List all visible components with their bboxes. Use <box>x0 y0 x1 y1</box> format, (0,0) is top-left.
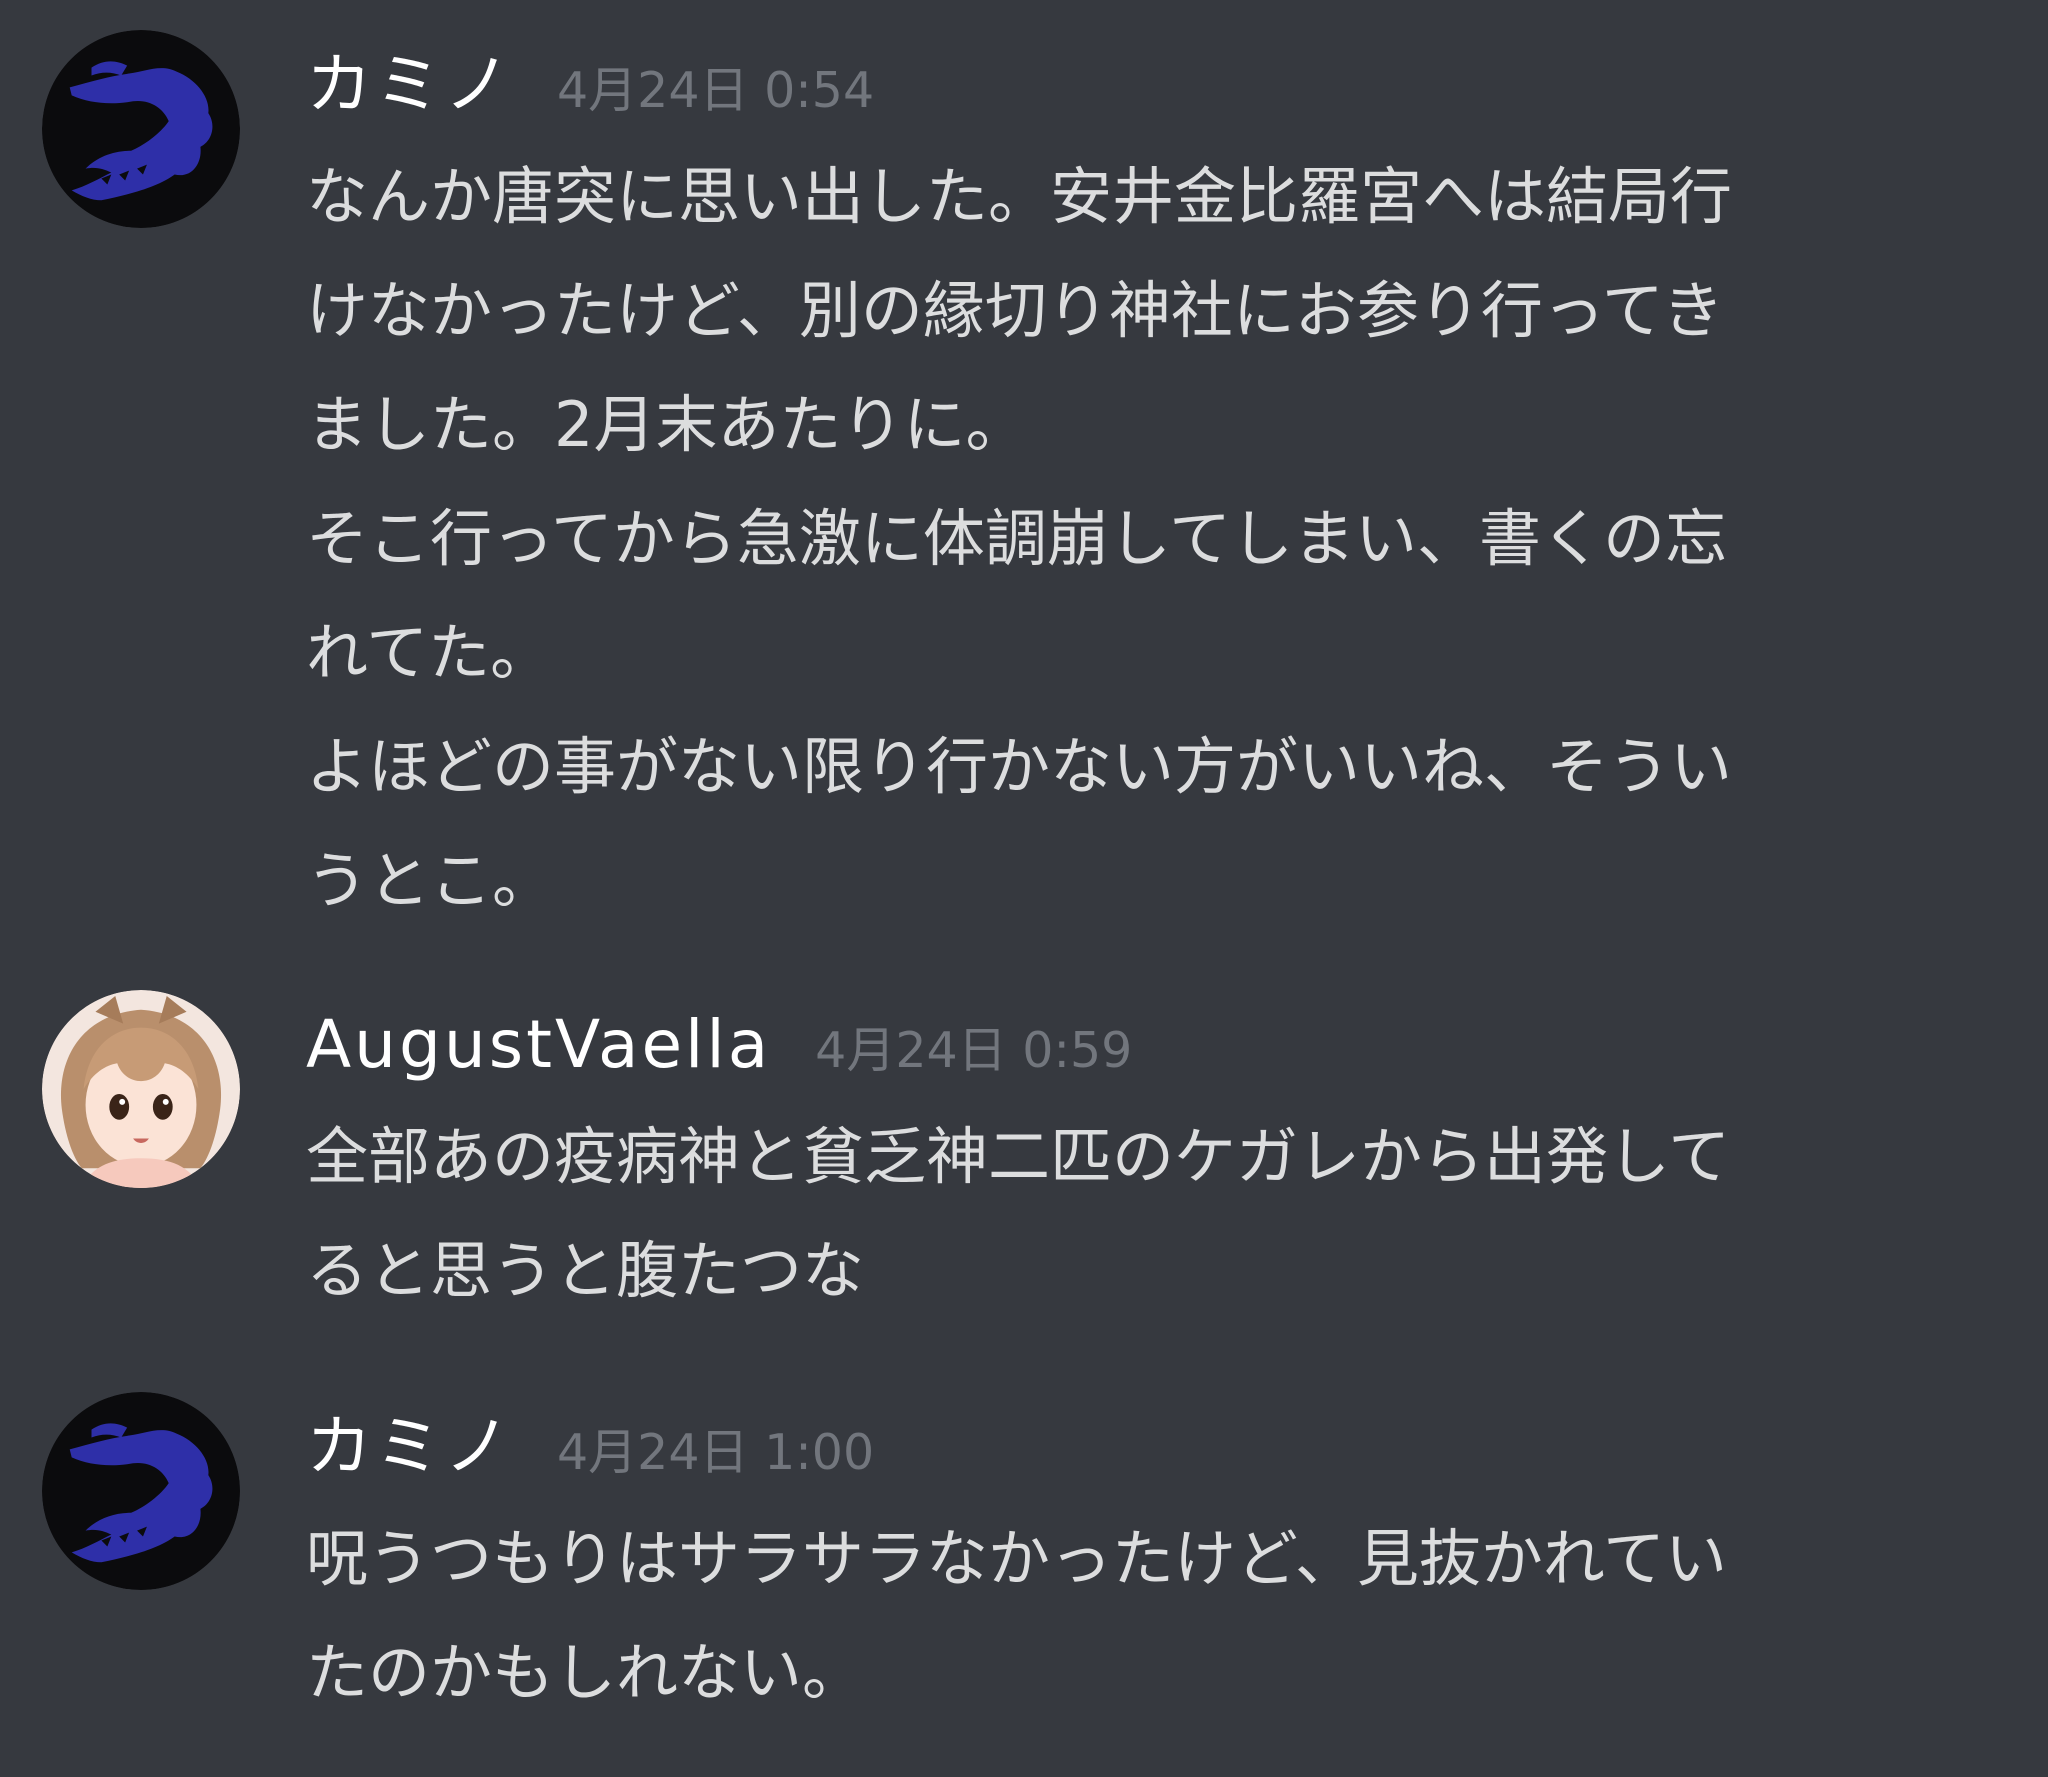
crocodile-icon <box>42 1392 240 1590</box>
username[interactable]: カミノ <box>306 30 513 140</box>
message-line: 呪うつもりはサラサラなかったけど、見抜かれてい <box>306 1522 1728 1595</box>
message-line: れてた。 <box>306 616 553 689</box>
message-header: AugustVaella 4月24日 0:59 <box>306 990 1132 1100</box>
timestamp[interactable]: 4月24日 1:00 <box>557 1398 874 1508</box>
message-line: 全部あの疫病神と貧乏神二匹のケガレから出発して <box>306 1120 1731 1193</box>
timestamp[interactable]: 4月24日 0:54 <box>557 36 874 146</box>
message-line: ました。2月末あたりに。 <box>306 388 1028 461</box>
message-line: うとこ。 <box>306 844 555 917</box>
username[interactable]: AugustVaella <box>306 990 771 1100</box>
avatar[interactable] <box>42 30 240 228</box>
message-line: なんか唐突に思い出した。安井金比羅宮へは結局行 <box>306 160 1733 233</box>
crocodile-icon <box>42 30 240 228</box>
message-line: そこ行ってから急激に体調崩してしまい、書くの忘 <box>306 502 1728 575</box>
message-line: ると思うと腹たつな <box>306 1234 865 1307</box>
username[interactable]: カミノ <box>306 1392 513 1502</box>
message-header: カミノ 4月24日 0:54 <box>306 30 874 140</box>
message-header: カミノ 4月24日 1:00 <box>306 1392 874 1502</box>
message-content: 全部あの疫病神と貧乏神二匹のケガレから出発して ると思うと腹たつな <box>306 1100 2006 1328</box>
avatar[interactable] <box>42 990 240 1188</box>
message-line: よほどの事がない限り行かない方がいいね、そうい <box>306 730 1733 803</box>
anime-girl-avatar <box>42 990 240 1188</box>
message-line: たのかもしれない。 <box>306 1636 865 1709</box>
avatar[interactable] <box>42 1392 240 1590</box>
message-content: なんか唐突に思い出した。安井金比羅宮へは結局行 けなかったけど、別の縁切り神社に… <box>306 140 2006 938</box>
message-content: 呪うつもりはサラサラなかったけど、見抜かれてい たのかもしれない。 <box>306 1502 2006 1730</box>
message-line: けなかったけど、別の縁切り神社にお参り行ってき <box>306 274 1724 347</box>
timestamp[interactable]: 4月24日 0:59 <box>815 996 1132 1106</box>
